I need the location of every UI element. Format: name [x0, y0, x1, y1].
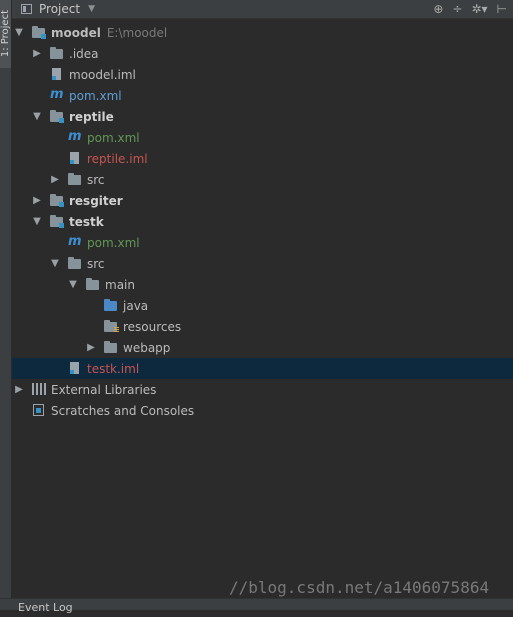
tree-node[interactable]: Scratches and Consoles: [12, 400, 513, 421]
tree-node[interactable]: ▶ .idea: [12, 43, 513, 64]
tree-node-label: reptile: [69, 109, 114, 124]
project-panel-header: Project ▼ ⊕ ÷ ✲▾ ⊢: [12, 0, 513, 19]
module-folder-icon: [50, 194, 64, 207]
tree-node-label: moodel E:\moodel: [51, 25, 168, 40]
tree-node[interactable]: moodel.iml: [12, 64, 513, 85]
project-tool-tab[interactable]: 1: Project: [0, 0, 11, 68]
module-folder-icon: [50, 215, 64, 228]
header-toolbar: ⊕ ÷ ✲▾ ⊢: [433, 0, 507, 18]
tree-node[interactable]: m pom.xml: [12, 232, 513, 253]
module-path: E:\moodel: [106, 25, 168, 40]
expand-arrow-icon[interactable]: ▼: [14, 27, 24, 38]
tree-node-label: resgiter: [69, 193, 123, 208]
bottom-status-bar: Event Log: [0, 598, 513, 614]
iml-file-icon: [50, 68, 64, 81]
maven-icon: m: [68, 129, 82, 144]
collapse-arrow-icon[interactable]: ▶: [86, 342, 96, 353]
tree-node-label: moodel.iml: [69, 67, 136, 82]
collapse-arrow-icon[interactable]: ▶: [14, 384, 24, 395]
chevron-down-icon[interactable]: ▼: [88, 4, 95, 14]
tree-node[interactable]: ▶ resgiter: [12, 190, 513, 211]
tree-node-label: webapp: [123, 340, 171, 355]
tree-node[interactable]: ▼ reptile: [12, 106, 513, 127]
tree-node[interactable]: java: [12, 295, 513, 316]
project-view-selector[interactable]: Project: [39, 2, 80, 16]
tree-node[interactable]: ▼ moodel E:\moodel: [12, 22, 513, 43]
expand-arrow-icon[interactable]: ▼: [68, 279, 78, 290]
tree-node-label: testk: [69, 214, 104, 229]
expand-arrow-icon[interactable]: ▼: [32, 111, 42, 122]
tree-node-label: src: [87, 172, 105, 187]
collapse-icon[interactable]: ÷: [452, 2, 462, 16]
folder-icon: [104, 341, 118, 354]
module-folder-icon: [50, 110, 64, 123]
module-folder-icon: [32, 26, 46, 39]
collapse-arrow-icon[interactable]: ▶: [32, 195, 42, 206]
folder-icon: [50, 47, 64, 60]
maven-icon: m: [50, 87, 64, 102]
tree-node[interactable]: m pom.xml: [12, 127, 513, 148]
tree-node[interactable]: resources: [12, 316, 513, 337]
tree-node-label: testk.iml: [87, 361, 140, 376]
tree-node-label: .idea: [69, 46, 99, 61]
resources-folder-icon: [104, 320, 119, 333]
event-log-button[interactable]: Event Log: [18, 599, 73, 617]
tree-node-label: Scratches and Consoles: [51, 403, 195, 418]
tree-node-label: resources: [123, 319, 182, 334]
tree-node-label: pom.xml: [87, 235, 140, 250]
tree-node[interactable]: ▼ src: [12, 253, 513, 274]
folder-icon: [86, 278, 100, 291]
source-folder-icon: [104, 299, 118, 312]
tree-node[interactable]: ▼ testk: [12, 211, 513, 232]
folder-icon: [68, 173, 82, 186]
collapse-arrow-icon[interactable]: ▶: [32, 48, 42, 59]
tree-node-label: pom.xml: [69, 88, 122, 103]
tree-node[interactable]: reptile.iml: [12, 148, 513, 169]
tree-node-label: External Libraries: [51, 382, 157, 397]
project-icon: [21, 4, 32, 14]
tree-node[interactable]: ▶ webapp: [12, 337, 513, 358]
gear-icon[interactable]: ✲▾: [471, 2, 487, 16]
libraries-icon: [32, 383, 46, 396]
hide-icon[interactable]: ⊢: [497, 2, 507, 16]
tool-window-strip: 1: Project: [0, 0, 12, 598]
tree-node-label: pom.xml: [87, 130, 140, 145]
tree-node-label: java: [123, 298, 149, 313]
tree-node[interactable]: ▶ src: [12, 169, 513, 190]
iml-file-icon: [68, 362, 82, 375]
tree-node[interactable]: m pom.xml: [12, 85, 513, 106]
tree-node-label: main: [105, 277, 135, 292]
tree-node[interactable]: testk.iml: [12, 358, 513, 379]
tree-node-label: src: [87, 256, 105, 271]
globe-icon[interactable]: ⊕: [433, 2, 443, 16]
scratches-icon: [32, 404, 46, 417]
folder-icon: [68, 257, 82, 270]
tree-node[interactable]: ▶ External Libraries: [12, 379, 513, 400]
expand-arrow-icon[interactable]: ▼: [50, 258, 60, 269]
maven-icon: m: [68, 234, 82, 249]
project-tool-tab-label: 1: Project: [0, 10, 11, 58]
iml-file-icon: [68, 152, 82, 165]
collapse-arrow-icon[interactable]: ▶: [50, 174, 60, 185]
tree-node[interactable]: ▼ main: [12, 274, 513, 295]
expand-arrow-icon[interactable]: ▼: [32, 216, 42, 227]
tree-node-label: reptile.iml: [87, 151, 148, 166]
watermark: //blog.csdn.net/a1406075864: [229, 578, 490, 597]
